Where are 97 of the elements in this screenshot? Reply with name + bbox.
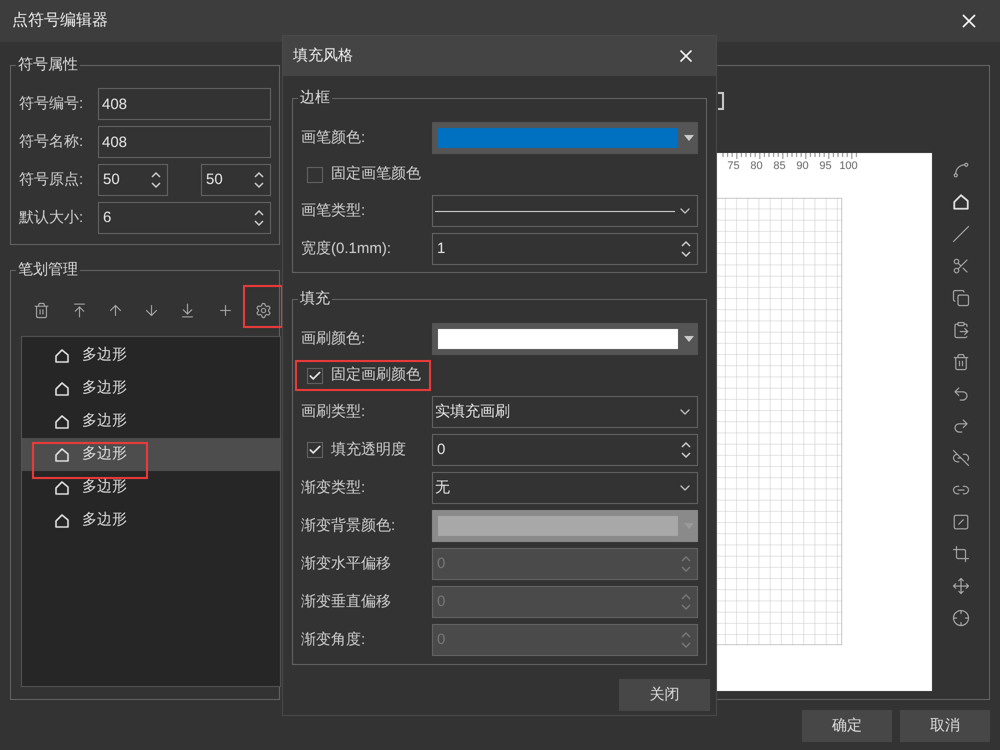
item-label: 多边形	[82, 444, 127, 464]
line-tool[interactable]	[952, 225, 970, 243]
field-label: 渐变类型:	[301, 478, 366, 498]
dialog-button[interactable]: 确定	[802, 710, 892, 742]
dialog-button[interactable]: 取消	[900, 710, 990, 742]
crop-tool[interactable]	[952, 545, 970, 563]
input-field[interactable]: 408	[98, 88, 271, 120]
list-item[interactable]: 多边形	[22, 438, 280, 471]
redo-icon	[952, 417, 970, 435]
polygon-icon	[54, 348, 70, 364]
polygon-icon	[54, 446, 70, 462]
field-label: 渐变垂直偏移	[301, 592, 392, 612]
window-title: 点符号编辑器	[12, 10, 109, 31]
polygon-icon	[54, 512, 70, 528]
trash-icon	[952, 353, 970, 371]
copy-tool[interactable]	[952, 289, 970, 307]
field-label: 渐变背景颜色:	[301, 516, 396, 536]
input-field[interactable]: 408	[98, 126, 271, 158]
dropdown[interactable]: 无	[432, 472, 698, 504]
checkbox[interactable]	[307, 368, 323, 384]
copy-icon	[952, 289, 970, 307]
list-item[interactable]: 多边形	[22, 339, 280, 372]
crosshair-icon	[952, 609, 970, 627]
field-label: 画刷类型:	[301, 402, 366, 422]
color-picker[interactable]	[432, 323, 698, 355]
field-label: 宽度(0.1mm):	[301, 238, 392, 259]
scissors-tool[interactable]	[952, 257, 970, 275]
checkbox[interactable]	[307, 166, 323, 182]
polygon-icon	[952, 193, 970, 211]
polygon-icon	[54, 480, 70, 496]
field-label: 符号名称:	[19, 132, 84, 152]
dialog-title: 填充风格	[293, 46, 354, 66]
item-label: 多边形	[82, 510, 127, 530]
scissors-icon	[952, 257, 970, 275]
list-item[interactable]: 多边形	[22, 471, 280, 504]
checkbox[interactable]	[307, 442, 323, 458]
crosshair-tool[interactable]	[952, 609, 970, 627]
spin-field[interactable]: 50	[98, 164, 168, 196]
crop-icon	[952, 545, 970, 563]
spin-arrows-icon[interactable]	[681, 240, 691, 258]
item-label: 多边形	[82, 477, 127, 498]
paste-tool[interactable]	[952, 321, 970, 339]
ruler-label: 100	[838, 159, 859, 173]
undo-icon	[952, 385, 970, 403]
polygon-icon	[54, 380, 70, 396]
ruler-label: 75	[726, 159, 741, 173]
trash-icon	[32, 302, 50, 318]
dropdown-arrow-icon	[684, 135, 694, 141]
move-tool[interactable]	[952, 577, 970, 595]
trash-tool[interactable]	[952, 353, 970, 371]
ruler-label: 95	[818, 159, 833, 173]
ruler-label: 80	[749, 159, 764, 173]
checkbox-label: 固定画刷颜色	[331, 365, 421, 386]
dropdown-arrow-icon	[684, 336, 694, 342]
list-item[interactable]: 多边形	[22, 405, 280, 438]
paste-icon	[952, 321, 970, 339]
redo-tool[interactable]	[952, 417, 970, 435]
bracket-icon	[717, 92, 725, 110]
unlink-tool[interactable]	[952, 449, 970, 467]
item-label: 多边形	[82, 378, 127, 398]
field-label: 画笔类型:	[301, 200, 366, 221]
field-label: 渐变水平偏移	[301, 554, 392, 574]
field-label: 符号编号:	[19, 94, 84, 114]
item-label: 多边形	[82, 345, 127, 366]
item-label: 多边形	[82, 411, 127, 432]
list-item[interactable]: 多边形	[22, 504, 280, 537]
checkbox-label: 填充透明度	[331, 440, 406, 460]
spin-arrows-icon[interactable]	[254, 209, 264, 227]
square-slash-icon	[952, 513, 970, 531]
spin-field[interactable]: 0	[432, 434, 698, 466]
list-item[interactable]: 多边形	[22, 372, 280, 405]
spin-field[interactable]: 6	[98, 202, 271, 234]
line-icon	[952, 225, 970, 243]
ruler-label: 85	[772, 159, 787, 173]
spin-field[interactable]: 50	[201, 164, 271, 196]
spin-field[interactable]: 1	[432, 233, 698, 265]
field-label: 画笔颜色:	[301, 128, 366, 148]
field-label: 画刷颜色:	[301, 328, 366, 349]
line-style-dropdown[interactable]	[432, 195, 698, 227]
checkbox-label: 固定画笔颜色	[331, 164, 421, 184]
dropdown[interactable]: 实填充画刷	[432, 396, 698, 428]
move-icon	[952, 577, 970, 595]
polygon-tool[interactable]	[952, 193, 970, 211]
field-label: 默认大小:	[19, 208, 84, 228]
spin-arrows-icon[interactable]	[254, 171, 264, 189]
spin-arrows-icon[interactable]	[151, 171, 161, 189]
square-slash-tool[interactable]	[952, 513, 970, 531]
close-dialog-button[interactable]: 关闭	[619, 679, 710, 711]
spin-arrows-icon[interactable]	[681, 441, 691, 459]
settings-icon	[254, 302, 272, 318]
field-label: 渐变角度:	[301, 630, 366, 650]
field-label: 符号原点:	[19, 170, 84, 190]
undo-tool[interactable]	[952, 385, 970, 403]
color-picker[interactable]	[432, 122, 698, 154]
polygon-icon	[54, 414, 70, 430]
unlink-icon	[952, 449, 970, 467]
ruler-label: 90	[795, 159, 810, 173]
